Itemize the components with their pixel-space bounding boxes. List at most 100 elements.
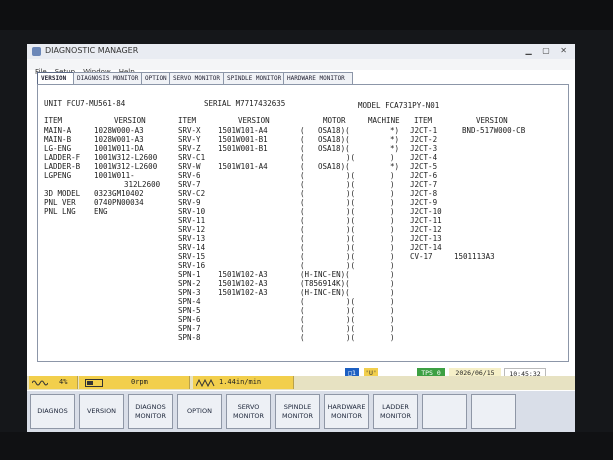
softkey-1[interactable]: DIAGNOS <box>30 394 75 429</box>
col-item-1: ITEM <box>44 116 63 125</box>
softkey-8[interactable]: LADDER MONITOR <box>373 394 418 429</box>
motor-bracket: ( <box>300 306 305 315</box>
servo-version: 1501W001-B1 <box>218 144 268 153</box>
menu-bar: FileSetupWindowHelp <box>27 59 575 76</box>
tab-version[interactable]: VERSION <box>37 72 75 84</box>
servo-motor: )( <box>346 306 356 315</box>
window-titlebar: DIAGNOSTIC MANAGER ▁ ▢ ✕ <box>27 44 575 60</box>
hardware-version: BND-517W000-CB <box>462 126 526 135</box>
servo-machine: ) <box>390 180 395 189</box>
tab-spindle-monitor[interactable]: SPINDLE MONITOR <box>223 72 289 84</box>
servo-motor: )( <box>346 198 356 207</box>
softkey-6[interactable]: SPINDLE MONITOR <box>275 394 320 429</box>
motor-bracket: ( <box>300 153 305 162</box>
software-version: 1001W312-L2600 <box>94 162 158 171</box>
hardware-item: J2CT-3 <box>410 144 438 153</box>
wave-icon <box>32 380 48 386</box>
servo-version: 1501W101-A4 <box>218 126 268 135</box>
servo-machine: ) <box>390 288 395 297</box>
servo-machine: ) <box>390 252 395 261</box>
softkey-label: SERVO <box>237 402 260 411</box>
load-meter: 4% <box>29 376 78 389</box>
hardware-item: J2CT-5 <box>410 162 438 171</box>
hardware-item: CV-17 <box>410 252 433 261</box>
servo-motor: )( <box>346 243 356 252</box>
hardware-version: 1501113A3 <box>454 252 495 261</box>
softkey-4[interactable]: OPTION <box>177 394 222 429</box>
softkey-label: SPINDLE <box>283 402 312 411</box>
tab-servo-monitor[interactable]: SERVO MONITOR <box>169 72 229 84</box>
hardware-item: J2CT-9 <box>410 198 438 207</box>
software-version: 1028W000-A3 <box>94 126 144 135</box>
spindle-meter: 0rpm <box>79 376 190 389</box>
servo-motor: )( <box>346 261 356 270</box>
servo-item: SPN-6 <box>178 315 201 324</box>
servo-version: 1501W102-A3 <box>218 270 268 279</box>
tab-diagnosis-monitor[interactable]: DIAGNOSIS MONITOR <box>73 72 147 84</box>
servo-version: 1501W102-A3 <box>218 279 268 288</box>
servo-motor: )( <box>346 225 356 234</box>
servo-motor: OSA18)( <box>318 135 350 144</box>
hardware-item: J2CT-12 <box>410 225 442 234</box>
servo-motor: )( <box>346 234 356 243</box>
softkey-sublabel: MONITOR <box>232 411 265 420</box>
softkey-5[interactable]: SERVO MONITOR <box>226 394 271 429</box>
motor-bracket: ( <box>300 198 305 207</box>
motor-bracket: ( <box>300 261 305 270</box>
servo-machine: ) <box>390 261 395 270</box>
col-version-1: VERSION <box>114 116 146 125</box>
motor-bracket: ( <box>300 252 305 261</box>
motor-bracket: ( <box>300 126 305 135</box>
window-title: DIAGNOSTIC MANAGER <box>45 46 139 55</box>
window-controls[interactable]: ▁ ▢ ✕ <box>526 46 572 55</box>
zigzag-icon <box>196 379 215 387</box>
software-item: LADDER-F <box>44 153 81 162</box>
tab-hardware-monitor[interactable]: HARDWARE MONITOR <box>283 72 353 84</box>
servo-item: SRV-9 <box>178 198 201 207</box>
servo-machine: ) <box>390 171 395 180</box>
servo-machine: ) <box>390 234 395 243</box>
motor-bracket: ( <box>300 180 305 189</box>
servo-motor: )( <box>346 333 356 342</box>
servo-machine: *) <box>390 126 400 135</box>
servo-machine: ) <box>390 297 395 306</box>
servo-item: SRV-W <box>178 162 201 171</box>
hardware-item: J2CT-10 <box>410 207 442 216</box>
motor-bracket: ( <box>300 297 305 306</box>
servo-item: SRV-C1 <box>178 153 206 162</box>
hardware-item: J2CT-11 <box>410 216 442 225</box>
softkey-2[interactable]: VERSION <box>79 394 124 429</box>
servo-motor: )( <box>346 324 356 333</box>
software-item: 3D MODEL <box>44 189 81 198</box>
software-item: MAIN-A <box>44 126 72 135</box>
softkey-10[interactable] <box>471 394 516 429</box>
hardware-item: J2CT-14 <box>410 243 442 252</box>
servo-item: SRV-11 <box>178 216 206 225</box>
hardware-item: J2CT-1 <box>410 126 438 135</box>
meter-bar: 4% 0rpm 1.44in/min <box>27 376 575 390</box>
motor-bracket: ( <box>300 207 305 216</box>
softkey-label: DIAGNOS <box>135 402 166 411</box>
software-version: 1001W312-L2600 <box>94 153 158 162</box>
servo-item: SPN-7 <box>178 324 201 333</box>
softkey-3[interactable]: DIAGNOS MONITOR <box>128 394 173 429</box>
servo-motor: OSA18)( <box>318 144 350 153</box>
servo-item: SRV-C2 <box>178 189 206 198</box>
servo-item: SRV-Z <box>178 144 201 153</box>
monitor-bezel-top <box>0 0 613 30</box>
hardware-item: J2CT-2 <box>410 135 438 144</box>
software-item: MAIN-B <box>44 135 72 144</box>
feed-value: 1.44in/min <box>219 378 262 386</box>
software-item: LG-ENG <box>44 144 72 153</box>
servo-item: SRV-13 <box>178 234 206 243</box>
softkey-7[interactable]: HARDWARE MONITOR <box>324 394 369 429</box>
motor-bracket: ( <box>300 162 305 171</box>
servo-item: SRV-X <box>178 126 201 135</box>
softkey-9[interactable] <box>422 394 467 429</box>
app-icon <box>32 47 41 56</box>
servo-item: SPN-5 <box>178 306 201 315</box>
servo-motor: (T856914K)( <box>300 279 350 288</box>
hardware-item: J2CT-7 <box>410 180 438 189</box>
softkey-label: VERSION <box>86 407 117 415</box>
servo-motor: (H-INC-EN)( <box>300 270 350 279</box>
